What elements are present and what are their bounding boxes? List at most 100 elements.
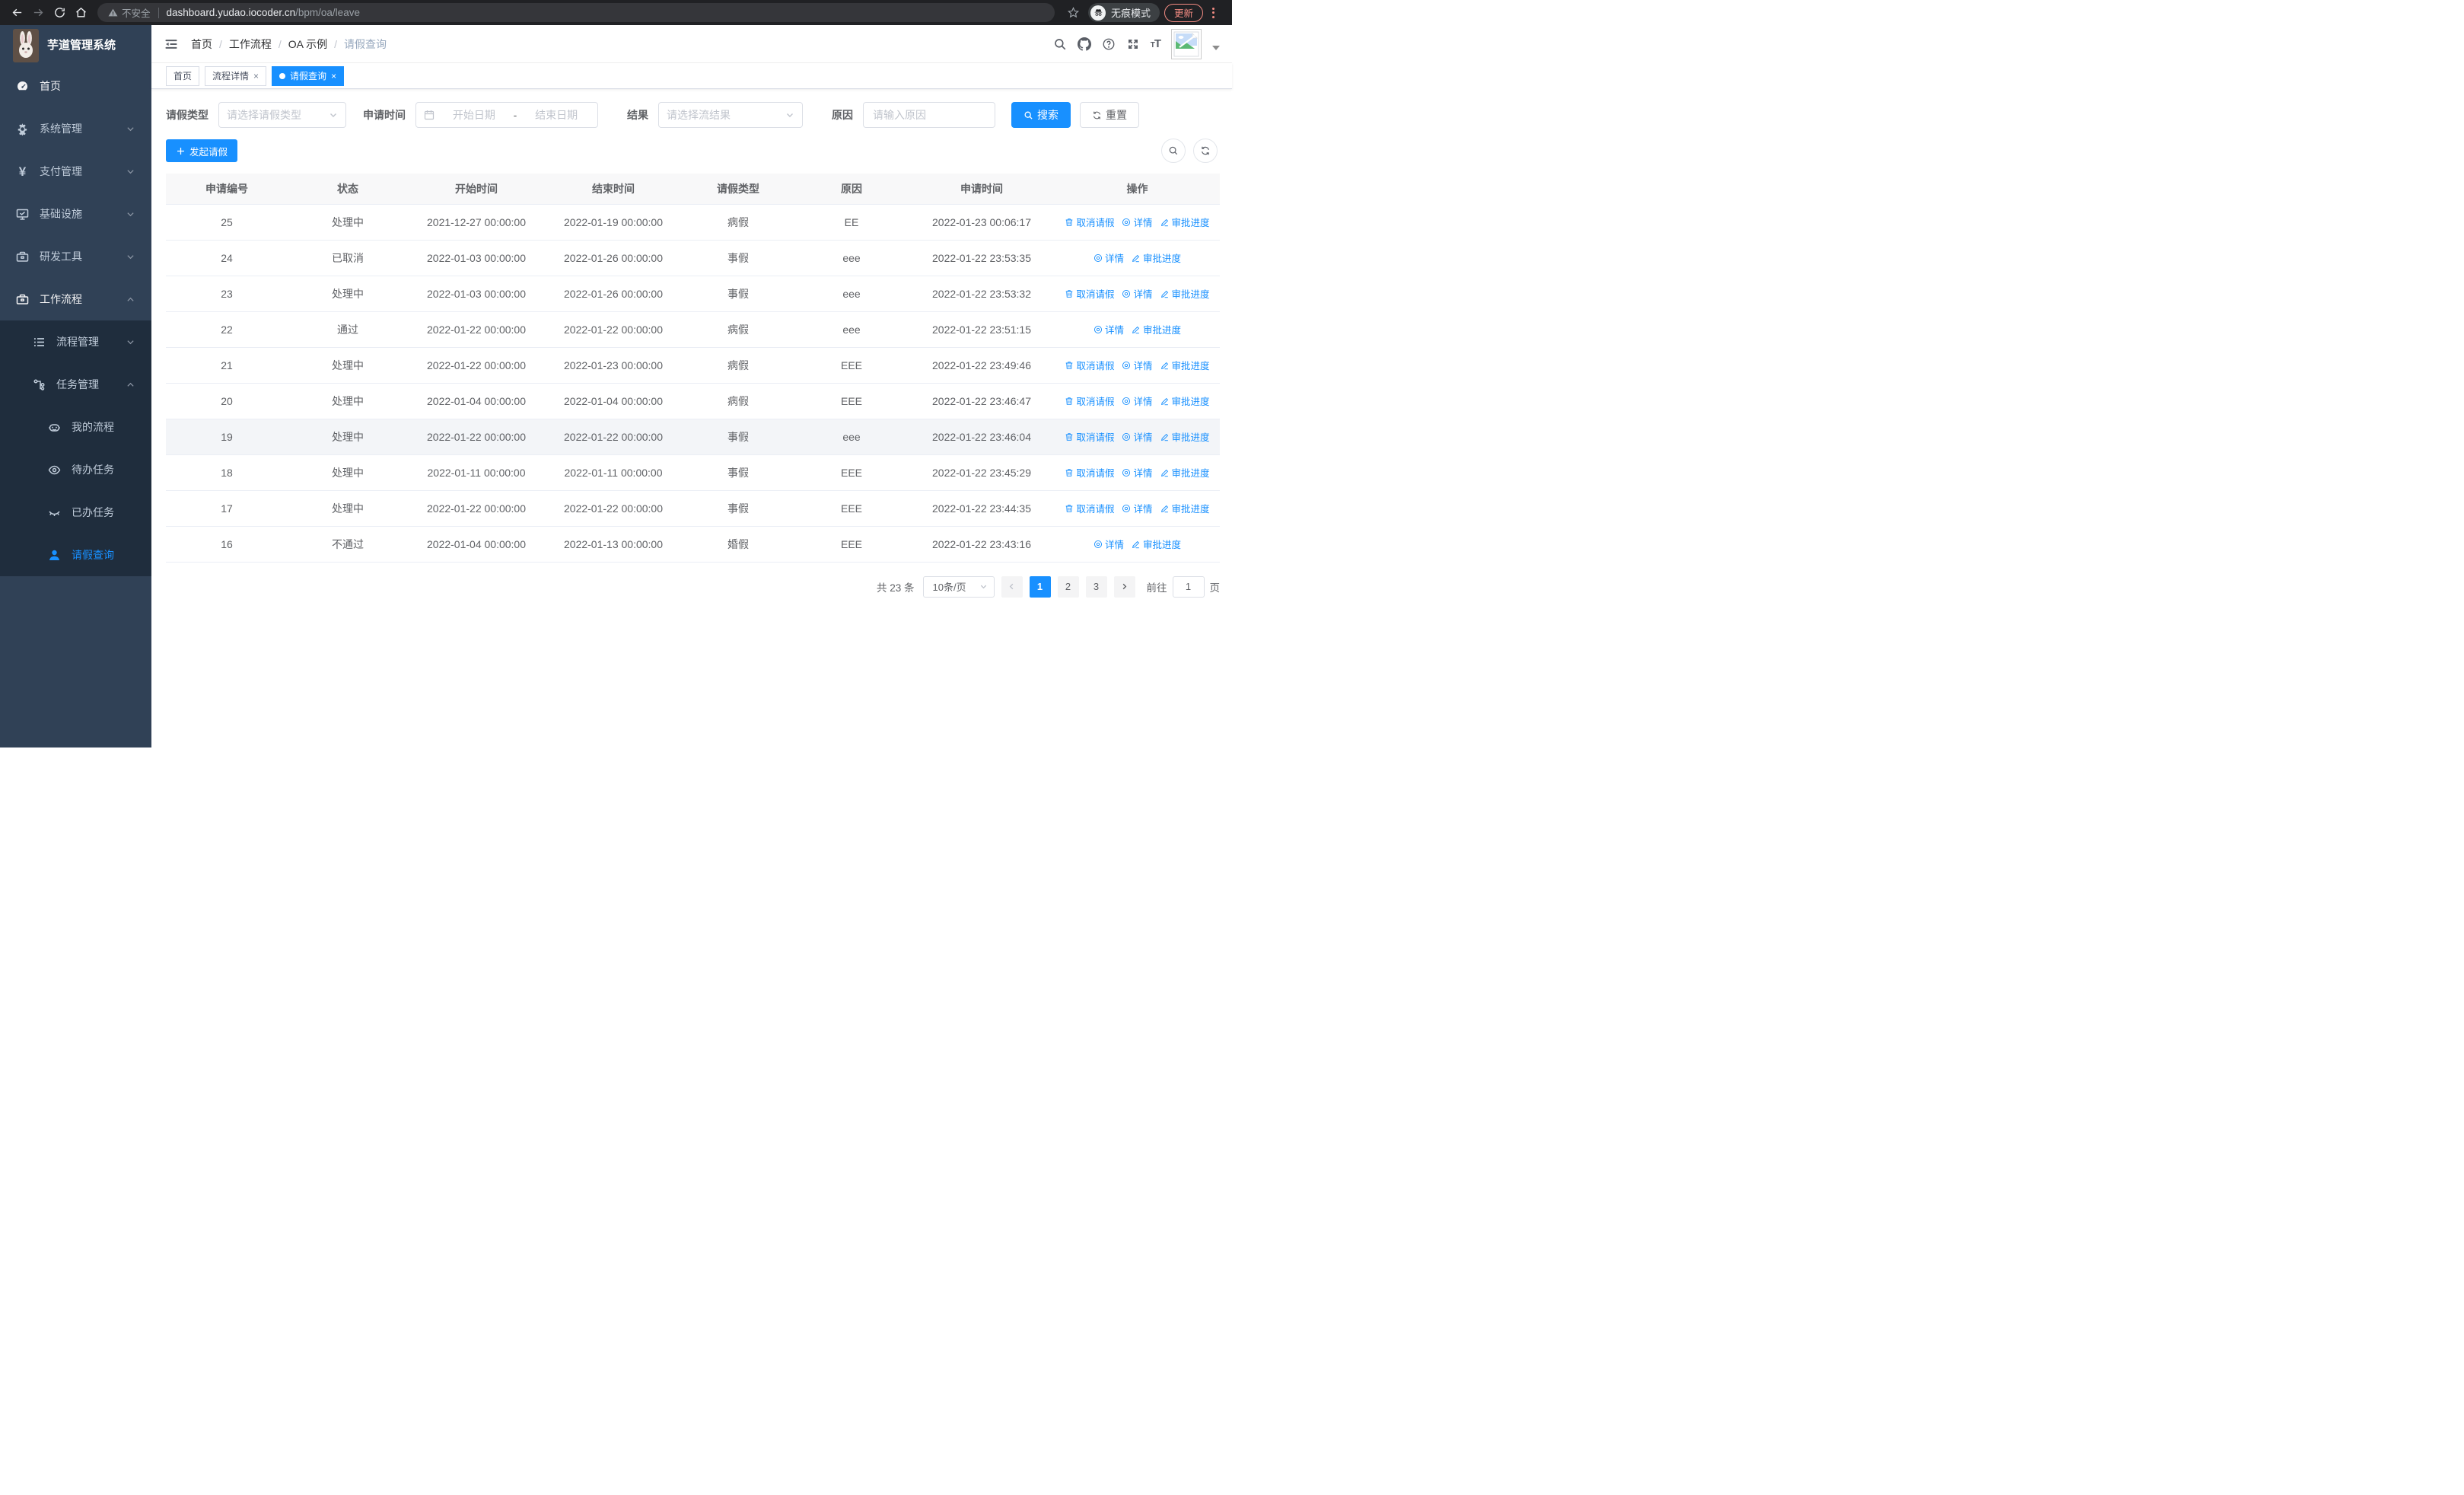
avatar-caret-down-icon[interactable] [1212,45,1220,50]
progress-action-link[interactable]: 审批进度 [1132,537,1181,551]
detail-action-link[interactable]: 详情 [1122,429,1153,444]
column-header: 请假类型 [682,174,794,204]
sidebar-item-流程管理[interactable]: 流程管理 [0,320,151,363]
detail-action-link[interactable]: 详情 [1094,537,1124,551]
cancel-action-link[interactable]: 取消请假 [1065,215,1114,229]
sidebar-logo[interactable]: 芋道管理系统 [0,25,151,63]
reset-button[interactable]: 重置 [1080,102,1139,128]
active-tab-dot [279,72,286,79]
sidebar-item-首页[interactable]: 首页 [0,65,151,107]
search-icon[interactable] [1053,37,1067,51]
not-secure-warning[interactable]: 不安全 [108,5,151,20]
progress-action-link[interactable]: 审批进度 [1132,322,1181,336]
github-icon[interactable] [1077,37,1091,51]
browser-forward-button[interactable] [27,2,49,24]
sidebar-item-基础设施[interactable]: 基础设施 [0,193,151,235]
leave-type-placeholder: 请选择请假类型 [227,109,301,121]
create-leave-button[interactable]: 发起请假 [166,139,238,162]
detail-action-link[interactable]: 详情 [1122,501,1153,515]
cancel-action-link[interactable]: 取消请假 [1065,286,1114,301]
tab-close-icon[interactable]: × [253,72,259,81]
breadcrumb-item[interactable]: OA 示例 [288,37,327,52]
column-header: 结束时间 [545,174,682,204]
sidebar-item-label: 工作流程 [40,293,82,305]
browser-update-button[interactable]: 更新 [1164,3,1204,22]
progress-action-link[interactable]: 审批进度 [1160,215,1210,229]
sidebar-item-支付管理[interactable]: ¥ 支付管理 [0,150,151,193]
incognito-badge[interactable]: 无痕模式 [1088,3,1160,22]
sidebar-item-待办任务[interactable]: 待办任务 [0,448,151,491]
help-icon[interactable] [1102,37,1116,51]
sidebar-item-已办任务[interactable]: 已办任务 [0,491,151,534]
refresh-table-button[interactable] [1193,139,1218,163]
apply-time-range-picker[interactable]: 开始日期 - 结束日期 [415,102,598,128]
cell-actions: 取消请假 详情 审批进度 [1055,454,1220,491]
cell-apply-time: 2022-01-22 23:53:35 [909,240,1055,276]
sidebar-item-工作流程[interactable]: 工作流程 [0,278,151,320]
action-label: 详情 [1133,504,1153,515]
detail-action-link[interactable]: 详情 [1122,358,1153,372]
sidebar-item-系统管理[interactable]: 系统管理 [0,107,151,150]
tab-流程详情[interactable]: 流程详情 × [205,65,267,86]
pagination-page-1[interactable]: 1 [1029,575,1051,598]
result-select[interactable]: 请选择流结果 [658,102,803,128]
sidebar-item-我的流程[interactable]: 我的流程 [0,406,151,448]
bookmark-star-icon[interactable] [1062,2,1084,24]
cancel-action-link[interactable]: 取消请假 [1065,501,1114,515]
leave-type-select[interactable]: 请选择请假类型 [218,102,346,128]
view-icon [1094,540,1103,549]
sidebar-item-任务管理[interactable]: 任务管理 [0,363,151,406]
cell-apply-time: 2022-01-22 23:49:46 [909,347,1055,384]
sidebar-item-研发工具[interactable]: 研发工具 [0,235,151,278]
progress-action-link[interactable]: 审批进度 [1160,465,1210,480]
cell-actions: 取消请假 详情 审批进度 [1055,383,1220,419]
detail-action-link[interactable]: 详情 [1122,215,1153,229]
sidebar-collapse-icon[interactable] [164,37,179,52]
pagination-prev-button[interactable] [1001,575,1023,598]
tab-首页[interactable]: 首页 [166,65,200,86]
font-size-icon[interactable]: TT [1151,37,1161,50]
progress-action-link[interactable]: 审批进度 [1132,250,1181,265]
cancel-action-link[interactable]: 取消请假 [1065,358,1114,372]
address-bar[interactable]: 不安全 dashboard.yudao.iocoder.cn/bpm/oa/le… [97,3,1055,22]
toggle-search-button[interactable] [1161,139,1186,163]
goto-page-input[interactable] [1172,575,1205,598]
browser-reload-button[interactable] [49,2,70,24]
tab-请假查询[interactable]: 请假查询 × [272,65,345,86]
user-avatar[interactable] [1171,28,1202,59]
browser-home-button[interactable] [70,2,91,24]
breadcrumb-item[interactable]: 工作流程 [229,37,272,52]
detail-action-link[interactable]: 详情 [1122,465,1153,480]
progress-action-link[interactable]: 审批进度 [1160,394,1210,408]
browser-menu-icon[interactable] [1208,7,1219,18]
page-size-select[interactable]: 10条/页 [922,575,995,598]
browser-back-button[interactable] [6,2,27,24]
action-label: 审批进度 [1171,504,1210,515]
cell-actions: 取消请假 详情 审批进度 [1055,419,1220,455]
column-header: 原因 [794,174,909,204]
tab-close-icon[interactable]: × [331,72,336,81]
cancel-action-link[interactable]: 取消请假 [1065,394,1114,408]
search-button[interactable]: 搜索 [1011,102,1071,128]
cell-id: 25 [166,203,288,241]
action-label: 详情 [1133,397,1153,407]
fullscreen-icon[interactable] [1126,37,1140,51]
detail-action-link[interactable]: 详情 [1094,322,1124,336]
pagination-page-3[interactable]: 3 [1085,575,1107,598]
cancel-action-link[interactable]: 取消请假 [1065,465,1114,480]
reason-input[interactable] [864,103,995,127]
sidebar-item-请假查询[interactable]: 请假查询 [0,534,151,576]
detail-action-link[interactable]: 详情 [1122,394,1153,408]
view-icon [1122,468,1131,477]
progress-action-link[interactable]: 审批进度 [1160,358,1210,372]
progress-action-link[interactable]: 审批进度 [1160,429,1210,444]
progress-action-link[interactable]: 审批进度 [1160,286,1210,301]
edit-icon [1160,468,1170,477]
breadcrumb-item[interactable]: 首页 [191,37,212,52]
pagination-next-button[interactable] [1113,575,1135,598]
detail-action-link[interactable]: 详情 [1122,286,1153,301]
progress-action-link[interactable]: 审批进度 [1160,501,1210,515]
cancel-action-link[interactable]: 取消请假 [1065,429,1114,444]
pagination-page-2[interactable]: 2 [1057,575,1079,598]
detail-action-link[interactable]: 详情 [1094,250,1124,265]
